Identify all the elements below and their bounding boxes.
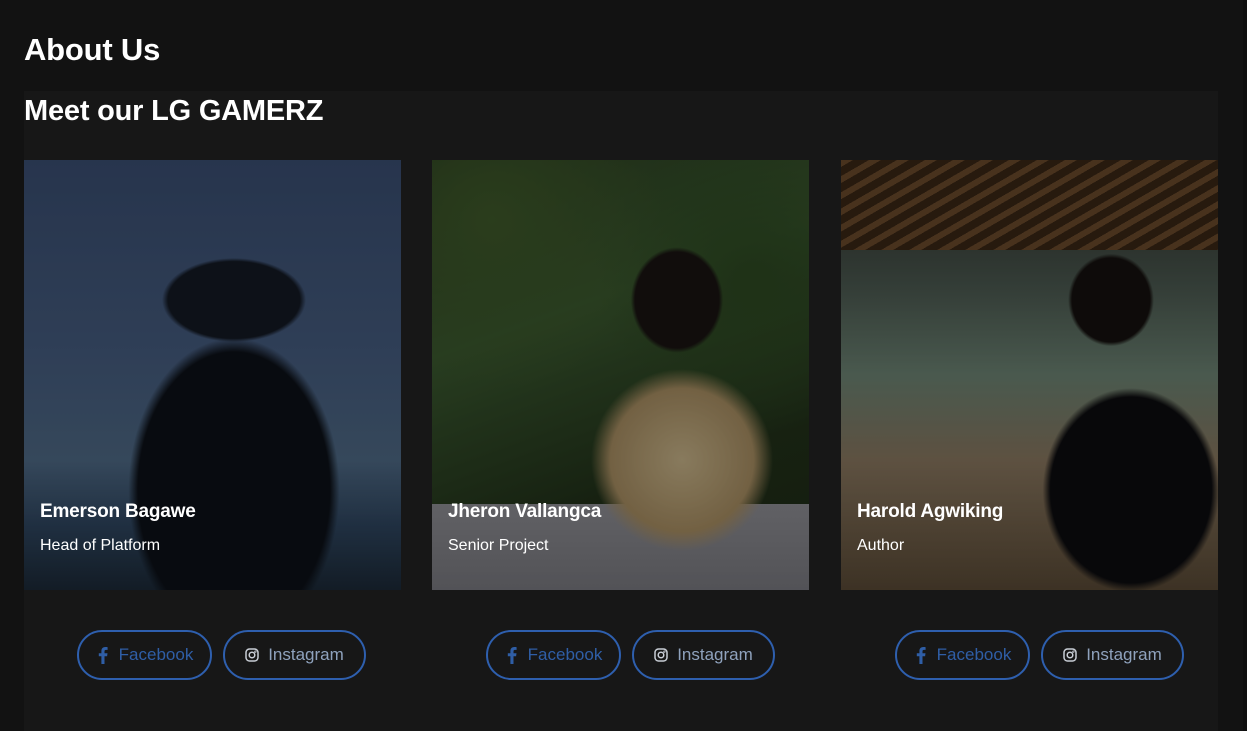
instagram-button[interactable]: Instagram <box>223 630 366 680</box>
photo-overlay <box>432 160 809 590</box>
scrollbar[interactable] <box>1243 0 1247 731</box>
facebook-icon <box>505 646 519 664</box>
instagram-label: Instagram <box>268 645 344 664</box>
facebook-label: Facebook <box>936 645 1012 664</box>
social-links: Facebook Instagram <box>895 630 1184 680</box>
team-member-name: Harold Agwiking <box>857 501 1004 522</box>
instagram-icon <box>654 647 668 663</box>
instagram-icon <box>245 647 259 663</box>
facebook-button[interactable]: Facebook <box>486 630 621 680</box>
social-links: Facebook Instagram <box>486 630 775 680</box>
section-title: Meet our LG GAMERZ <box>24 95 324 127</box>
team-member-name: Jheron Vallangca <box>448 501 602 522</box>
social-links: Facebook Instagram <box>77 630 366 680</box>
team-member-role: Senior Project <box>448 537 549 554</box>
instagram-button[interactable]: Instagram <box>1041 630 1184 680</box>
facebook-label: Facebook <box>118 645 194 664</box>
facebook-button[interactable]: Facebook <box>895 630 1030 680</box>
about-page: About Us Meet our LG GAMERZ Emerson Baga… <box>0 0 1247 731</box>
instagram-label: Instagram <box>1086 645 1162 664</box>
facebook-label: Facebook <box>527 645 603 664</box>
team-card: Emerson Bagawe Head of Platform <box>24 160 401 590</box>
team-member-role: Head of Platform <box>40 537 161 554</box>
instagram-label: Instagram <box>677 645 753 664</box>
photo-overlay <box>24 160 401 590</box>
facebook-button[interactable]: Facebook <box>77 630 212 680</box>
team-member-role: Author <box>857 537 905 554</box>
team-card: Jheron Vallangca Senior Project <box>432 160 809 590</box>
team-card: Harold Agwiking Author <box>841 160 1218 590</box>
facebook-icon <box>96 646 110 664</box>
team-member-name: Emerson Bagawe <box>40 501 196 522</box>
photo-overlay <box>841 160 1218 590</box>
page-title: About Us <box>24 32 161 67</box>
facebook-icon <box>914 646 928 664</box>
instagram-button[interactable]: Instagram <box>632 630 775 680</box>
instagram-icon <box>1063 647 1077 663</box>
team-section: Meet our LG GAMERZ Emerson Bagawe Head o… <box>24 91 1218 731</box>
